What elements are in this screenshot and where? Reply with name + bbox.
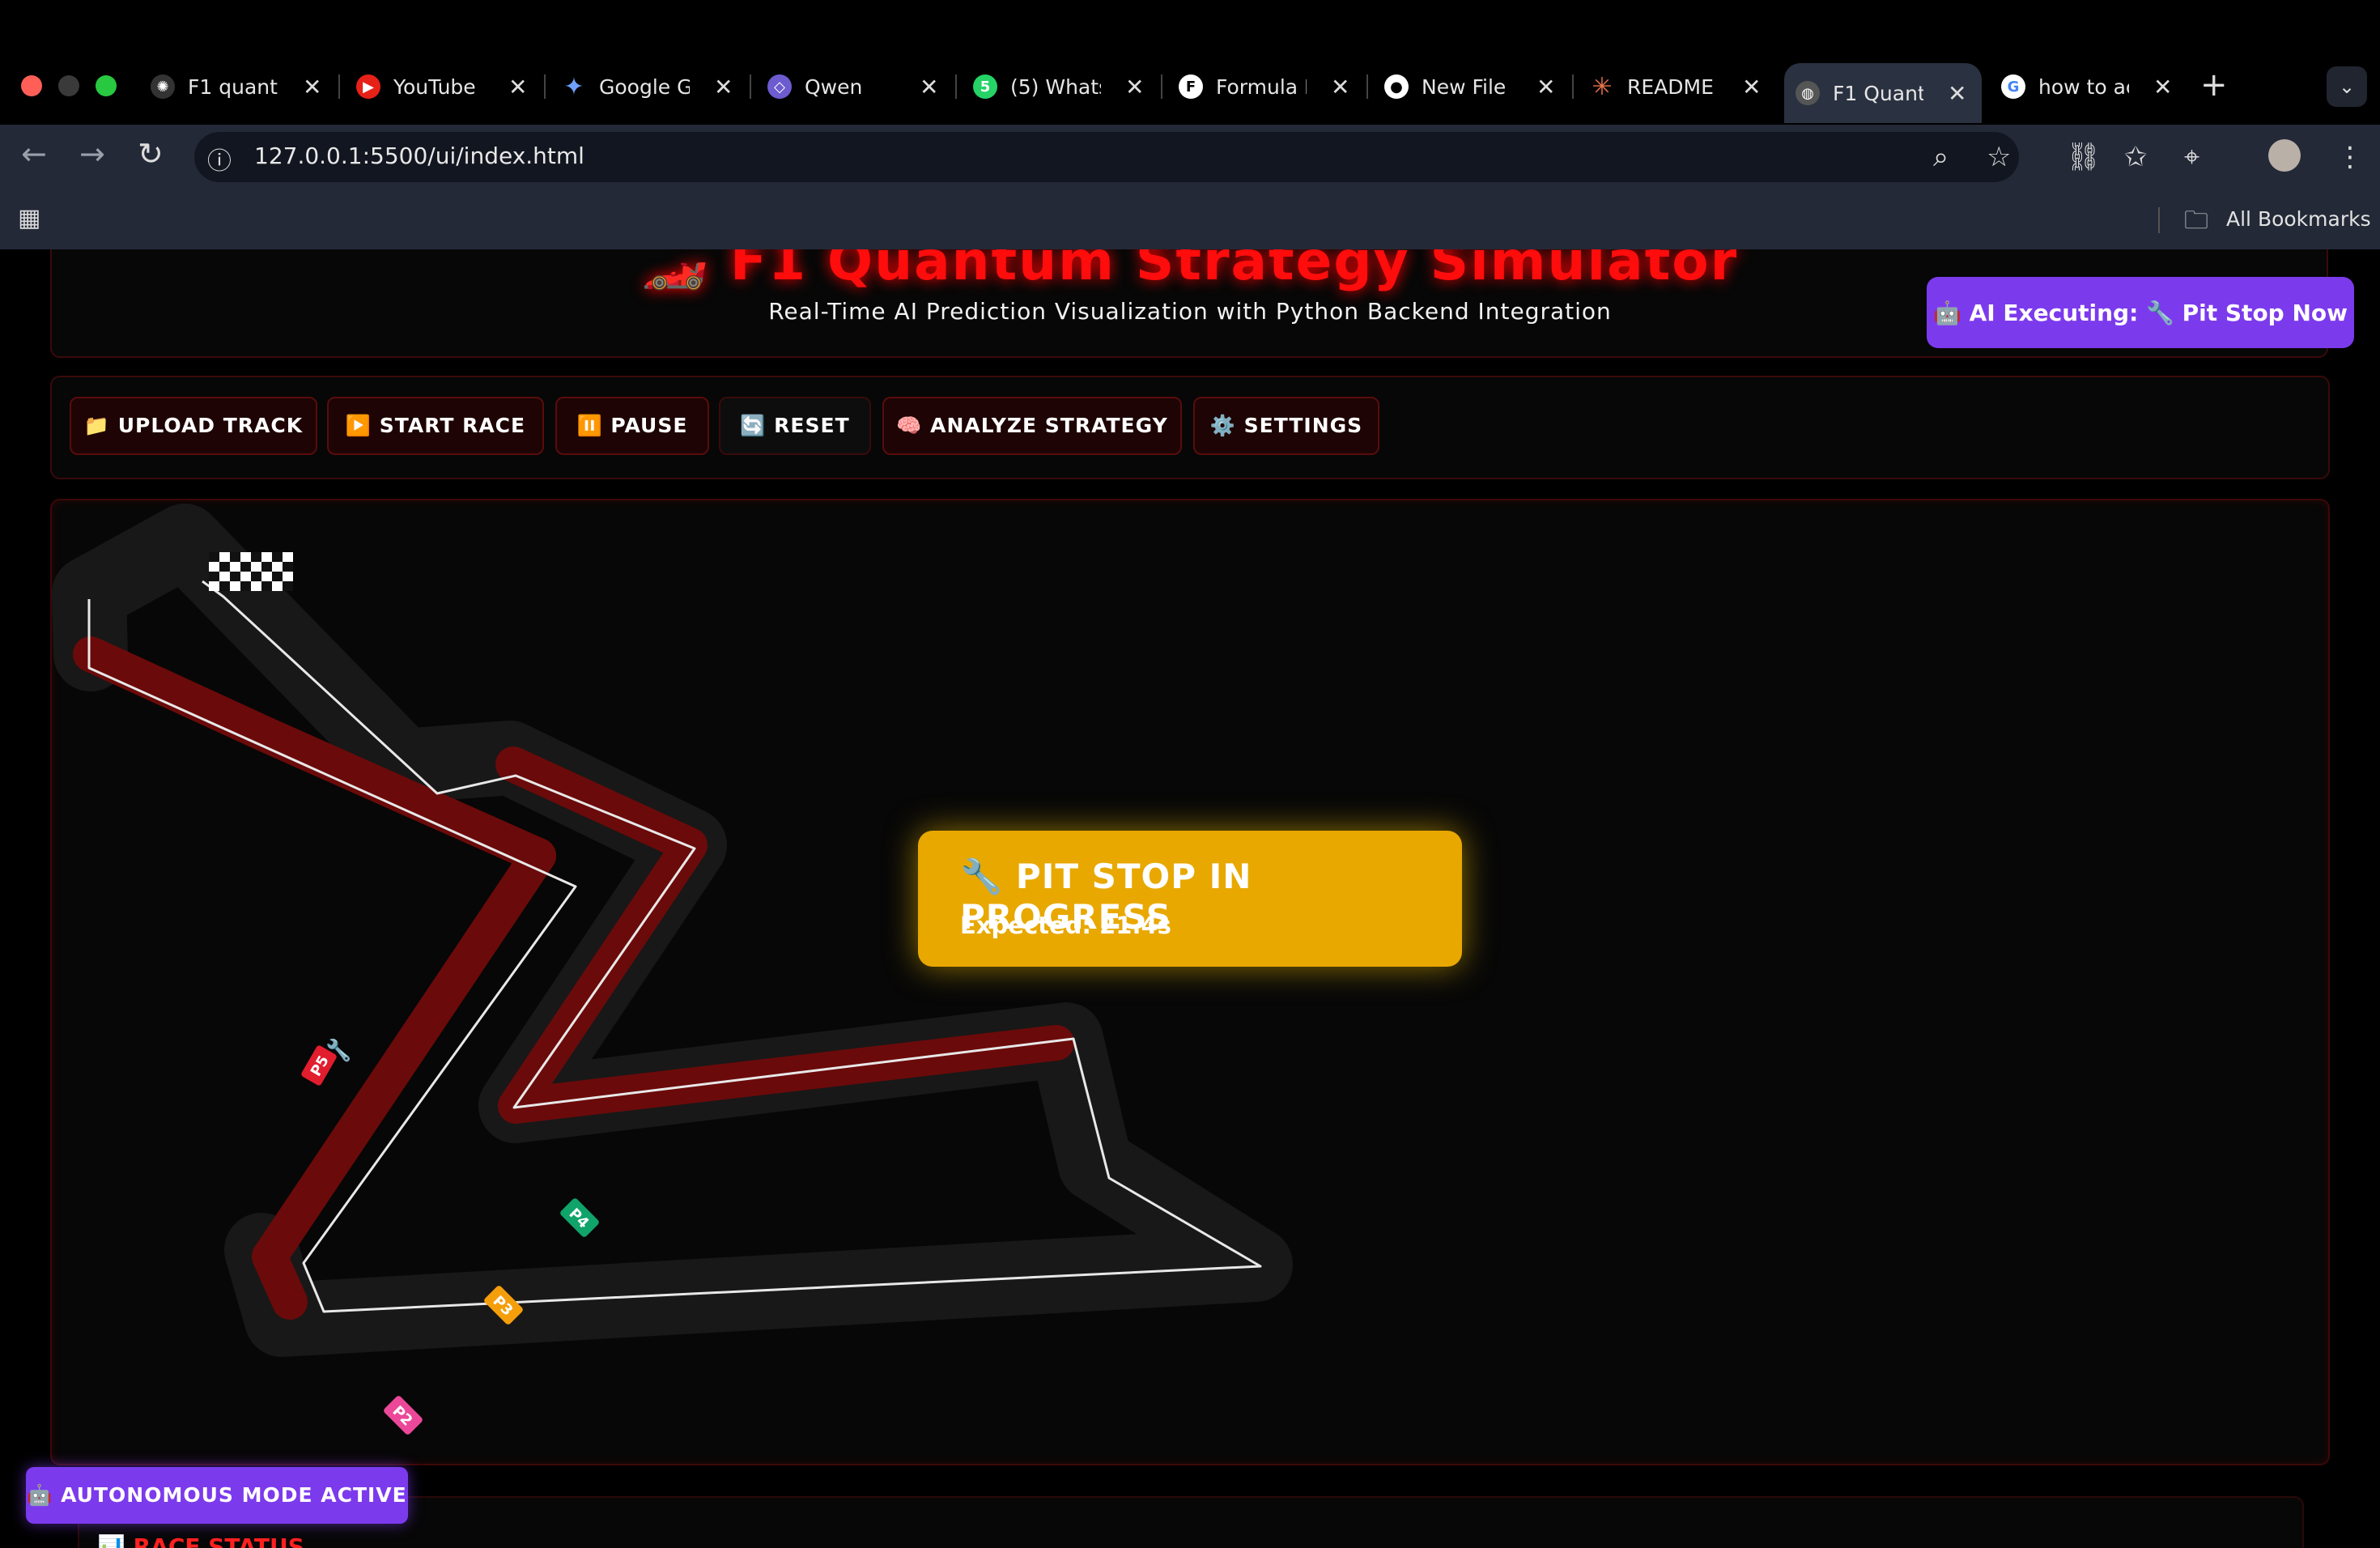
close-tab-icon[interactable]: ✕ [1948, 80, 1966, 107]
reset-button[interactable]: 🔄 RESET [719, 397, 871, 455]
back-arrow-icon[interactable]: ← [21, 136, 47, 172]
close-tab-icon[interactable]: ✕ [714, 74, 733, 100]
openai-icon: ✺ [151, 74, 175, 99]
google-icon: G [2001, 74, 2025, 99]
tab-title: Formula H [1216, 74, 1307, 99]
tab-title: Qwen [805, 74, 863, 99]
maximize-window-button[interactable] [96, 75, 117, 96]
wrench-icon: 🔧 [325, 1037, 351, 1063]
github-icon: ● [1384, 74, 1409, 99]
tab-title: README [1627, 74, 1714, 99]
browser-tab[interactable]: 5 (5) Whats ✕ [962, 65, 1144, 108]
pause-button[interactable]: ⏸️ PAUSE [555, 397, 709, 455]
car-marker-p2[interactable]: P2 [383, 1395, 424, 1436]
kebab-menu-icon[interactable]: ⋮ [2336, 141, 2364, 173]
checkered-flag-icon [209, 552, 293, 591]
browser-tab[interactable]: G how to ac ✕ [1990, 65, 2172, 108]
browser-tab[interactable]: ▶ YouTube M ✕ [345, 65, 527, 108]
browser-tab[interactable]: F Formula H ✕ [1167, 65, 1349, 108]
formula-icon: F [1179, 74, 1203, 99]
browser-tab[interactable]: ◇ Qwen ✕ [756, 65, 938, 108]
close-tab-icon[interactable]: ✕ [920, 74, 938, 100]
all-bookmarks-label[interactable]: All Bookmarks [2226, 207, 2371, 231]
close-tab-icon[interactable]: ✕ [1536, 74, 1555, 100]
star-extension-icon[interactable]: ✩ [2124, 141, 2148, 173]
folder-icon: 🗀 [2184, 206, 2208, 235]
gemini-icon: ✦ [563, 72, 584, 101]
close-tab-icon[interactable]: ✕ [1742, 74, 1761, 100]
bookmarks-bar [0, 189, 2380, 249]
qwen-icon: ◇ [767, 74, 792, 99]
settings-button[interactable]: ⚙️ SETTINGS [1193, 397, 1379, 455]
browser-tab[interactable]: ✦ Google Ge ✕ [550, 65, 733, 108]
link-icon[interactable]: ⛓ [2066, 141, 2101, 173]
tab-title: New File a [1422, 74, 1512, 99]
location-pin-icon[interactable]: ⌖ [2184, 141, 2199, 173]
close-tab-icon[interactable]: ✕ [1331, 74, 1349, 100]
pit-stop-banner: 🔧 PIT STOP IN PROGRESS Expected: 21.4s [918, 831, 1462, 967]
start-race-button[interactable]: ▶️ START RACE [327, 397, 544, 455]
profile-avatar[interactable] [2268, 139, 2301, 172]
zoom-icon[interactable]: ⌕ [1933, 141, 1949, 173]
apps-grid-icon[interactable]: ▦ [18, 204, 40, 232]
tab-title: how to ac [2038, 74, 2129, 99]
claude-icon: ✳ [1592, 72, 1613, 101]
browser-tab[interactable]: ✳ README ✕ [1579, 65, 1761, 108]
forward-arrow-icon[interactable]: → [79, 136, 105, 172]
url-text[interactable]: 127.0.0.1:5500/ui/index.html [254, 142, 584, 169]
tab-search-chevron-icon[interactable]: ⌄ [2327, 66, 2367, 107]
close-tab-icon[interactable]: ✕ [2153, 74, 2172, 100]
browser-tab-strip: ✺ F1 quantu ✕ ▶ YouTube M ✕ ✦ Google Ge … [0, 0, 2380, 125]
analyze-strategy-button[interactable]: 🧠 ANALYZE STRATEGY [882, 397, 1182, 455]
tab-title: YouTube M [393, 74, 484, 99]
reload-icon[interactable]: ↻ [138, 136, 164, 172]
close-tab-icon[interactable]: ✕ [508, 74, 527, 100]
new-tab-button[interactable]: + [2200, 66, 2228, 104]
tab-title: F1 quantu [188, 74, 278, 99]
tab-title: F1 Quantu [1833, 81, 1923, 105]
tab-title: (5) Whats [1010, 74, 1101, 99]
browser-tab[interactable]: ● New File a ✕ [1373, 65, 1555, 108]
car-marker-p4[interactable]: P4 [559, 1197, 601, 1239]
browser-tab[interactable]: ✺ F1 quantu ✕ [139, 65, 321, 108]
tab-title: Google Ge [599, 74, 690, 99]
minimize-window-button[interactable] [58, 75, 79, 96]
pit-stop-expected-time: Expected: 21.4s [960, 912, 1171, 939]
close-window-button[interactable] [21, 75, 42, 96]
ai-executing-badge: 🤖 AI Executing: 🔧 Pit Stop Now [1927, 277, 2354, 348]
youtube-icon: ▶ [356, 74, 380, 99]
whatsapp-icon: 5 [973, 74, 997, 99]
race-status-title: 📊 RACE STATUS [97, 1533, 304, 1548]
race-status-panel [78, 1496, 2304, 1548]
app-page: 🏎️ F1 Quantum Strategy Simulator Real-Ti… [0, 249, 2380, 1548]
site-info-icon[interactable]: ⓘ [207, 141, 232, 176]
bookmark-star-icon[interactable]: ☆ [1987, 141, 2011, 173]
globe-icon: ◍ [1796, 81, 1820, 105]
race-track-map: P5 🔧 P4 P3 P2 P1 [52, 504, 1293, 1436]
close-tab-icon[interactable]: ✕ [303, 74, 321, 100]
upload-track-button[interactable]: 📁 UPLOAD TRACK [70, 397, 317, 455]
browser-tab-active[interactable]: ◍ F1 Quantu ✕ [1784, 63, 1982, 123]
close-tab-icon[interactable]: ✕ [1125, 74, 1144, 100]
autonomous-mode-badge: 🤖 AUTONOMOUS MODE ACTIVE [26, 1467, 408, 1524]
